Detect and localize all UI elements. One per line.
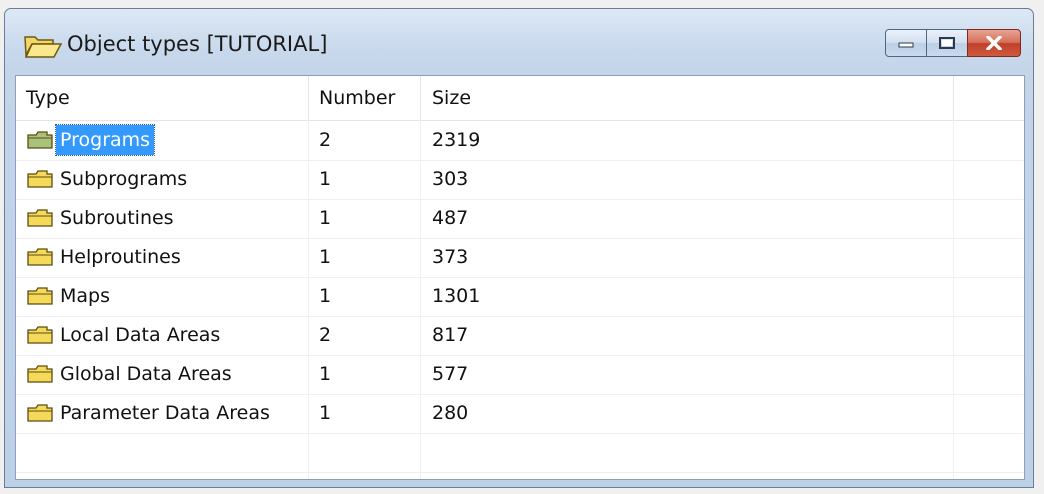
size-cell: 2319 xyxy=(432,129,481,151)
type-cell: Subroutines xyxy=(16,199,309,237)
size-cell: 817 xyxy=(432,324,469,346)
maximize-icon xyxy=(939,37,955,49)
list-item[interactable]: Maps 1 1301 xyxy=(16,277,1024,317)
size-cell: 1301 xyxy=(432,285,481,307)
column-header-filler xyxy=(954,76,1024,120)
column-header-size[interactable]: Size xyxy=(421,76,954,120)
folder-icon xyxy=(27,170,53,188)
size-cell: 487 xyxy=(432,207,469,229)
type-cell: Maps xyxy=(16,277,309,315)
number-cell: 1 xyxy=(319,168,332,190)
empty-row xyxy=(16,472,1024,479)
close-button[interactable] xyxy=(967,29,1021,57)
minimize-button[interactable] xyxy=(885,29,927,57)
folder-icon xyxy=(27,326,53,344)
type-label: Global Data Areas xyxy=(60,363,232,385)
type-cell: Parameter Data Areas xyxy=(16,394,309,432)
folder-icon xyxy=(27,365,53,383)
type-cell: Global Data Areas xyxy=(16,355,309,393)
type-label: Helproutines xyxy=(60,246,181,268)
minimize-icon xyxy=(898,42,914,48)
number-cell: 2 xyxy=(319,129,332,151)
number-cell: 1 xyxy=(319,246,332,268)
folder-icon xyxy=(27,287,53,305)
object-types-list: Type Number Size Programs 2 2319 Subprogram… xyxy=(15,75,1025,480)
maximize-button[interactable] xyxy=(926,29,968,57)
list-item[interactable]: Global Data Areas 1 577 xyxy=(16,355,1024,395)
folder-icon xyxy=(27,404,53,422)
size-cell: 577 xyxy=(432,363,469,385)
type-cell: Programs xyxy=(16,121,309,159)
type-cell: Helproutines xyxy=(16,238,309,276)
number-cell: 1 xyxy=(319,285,332,307)
list-item[interactable]: Programs 2 2319 xyxy=(16,121,1024,161)
type-cell: Subprograms xyxy=(16,160,309,198)
open-folder-icon xyxy=(24,36,63,58)
window-title: Object types [TUTORIAL] xyxy=(67,32,328,56)
list-item[interactable]: Subprograms 1 303 xyxy=(16,160,1024,200)
list-item[interactable]: Local Data Areas 2 817 xyxy=(16,316,1024,356)
title-bar[interactable]: Object types [TUTORIAL] xyxy=(5,9,1033,75)
column-header-number[interactable]: Number xyxy=(309,76,421,120)
type-label: Subroutines xyxy=(60,207,174,229)
size-cell: 280 xyxy=(432,402,469,424)
number-cell: 1 xyxy=(319,363,332,385)
close-icon xyxy=(986,36,1002,50)
caption-buttons xyxy=(885,29,1021,59)
size-cell: 373 xyxy=(432,246,469,268)
number-cell: 2 xyxy=(319,324,332,346)
empty-row xyxy=(16,433,1024,473)
object-types-window: Object types [TUTORIAL] Type Number Size… xyxy=(4,8,1034,488)
type-label: Maps xyxy=(60,285,110,307)
number-cell: 1 xyxy=(319,207,332,229)
type-label: Programs xyxy=(54,124,156,156)
type-cell: Local Data Areas xyxy=(16,316,309,354)
folder-icon xyxy=(27,248,53,266)
folder-icon xyxy=(27,209,53,227)
type-label: Subprograms xyxy=(60,168,188,190)
list-item[interactable]: Helproutines 1 373 xyxy=(16,238,1024,278)
size-cell: 303 xyxy=(432,168,469,190)
type-label: Local Data Areas xyxy=(60,324,221,346)
type-label: Parameter Data Areas xyxy=(60,402,270,424)
list-item[interactable]: Parameter Data Areas 1 280 xyxy=(16,394,1024,434)
folder-icon xyxy=(27,131,53,149)
list-header: Type Number Size xyxy=(16,76,1024,121)
column-header-type[interactable]: Type xyxy=(16,76,309,120)
number-cell: 1 xyxy=(319,402,332,424)
list-item[interactable]: Subroutines 1 487 xyxy=(16,199,1024,239)
